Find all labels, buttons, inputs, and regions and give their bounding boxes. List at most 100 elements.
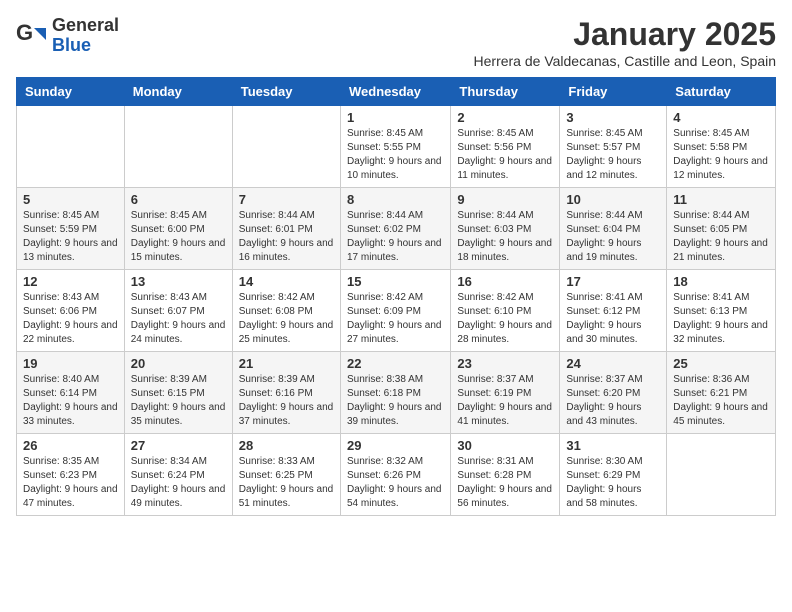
day-number: 28 [239, 438, 334, 453]
calendar-cell: 23 Sunrise: 8:37 AM Sunset: 6:19 PM Dayli… [451, 352, 560, 434]
calendar-cell: 17 Sunrise: 8:41 AM Sunset: 6:12 PM Dayli… [560, 270, 667, 352]
day-number: 5 [23, 192, 118, 207]
calendar-cell: 9 Sunrise: 8:44 AM Sunset: 6:03 PM Daylig… [451, 188, 560, 270]
calendar-week-row: 5 Sunrise: 8:45 AM Sunset: 5:59 PM Daylig… [17, 188, 776, 270]
calendar-cell: 7 Sunrise: 8:44 AM Sunset: 6:01 PM Daylig… [232, 188, 340, 270]
day-info: Sunrise: 8:41 AM Sunset: 6:13 PM Dayligh… [673, 291, 769, 347]
day-number: 6 [131, 192, 226, 207]
day-info: Sunrise: 8:31 AM Sunset: 6:28 PM Dayligh… [457, 455, 553, 511]
calendar-cell: 8 Sunrise: 8:44 AM Sunset: 6:02 PM Daylig… [340, 188, 450, 270]
day-number: 29 [347, 438, 444, 453]
header: G General Blue January 2025 Herrera de V… [16, 16, 776, 69]
day-info: Sunrise: 8:33 AM Sunset: 6:25 PM Dayligh… [239, 455, 334, 511]
calendar-cell: 3Sunrise: 8:45 AM Sunset: 5:57 PM Daylig… [560, 106, 667, 188]
day-number: 20 [131, 356, 226, 371]
day-info: Sunrise: 8:38 AM Sunset: 6:18 PM Dayligh… [347, 373, 444, 429]
day-number: 19 [23, 356, 118, 371]
calendar-cell: 14 Sunrise: 8:42 AM Sunset: 6:08 PM Dayli… [232, 270, 340, 352]
calendar-header-sunday: Sunday [17, 78, 125, 106]
calendar-cell [17, 106, 125, 188]
calendar-week-row: 19Sunrise: 8:40 AM Sunset: 6:14 PM Dayli… [17, 352, 776, 434]
calendar-header-tuesday: Tuesday [232, 78, 340, 106]
day-info: Sunrise: 8:30 AM Sunset: 6:29 PM Dayligh… [566, 455, 660, 511]
day-info: Sunrise: 8:41 AM Sunset: 6:12 PM Dayligh… [566, 291, 660, 347]
location-subtitle: Herrera de Valdecanas, Castille and Leon… [474, 53, 776, 69]
day-info: Sunrise: 8:32 AM Sunset: 6:26 PM Dayligh… [347, 455, 444, 511]
calendar-cell: 29 Sunrise: 8:32 AM Sunset: 6:26 PM Dayli… [340, 434, 450, 516]
day-number: 25 [673, 356, 769, 371]
calendar-cell: 30 Sunrise: 8:31 AM Sunset: 6:28 PM Dayli… [451, 434, 560, 516]
day-number: 23 [457, 356, 553, 371]
logo-general-text: General [52, 16, 119, 36]
day-info: Sunrise: 8:43 AM Sunset: 6:06 PM Dayligh… [23, 291, 118, 347]
calendar-week-row: 12 Sunrise: 8:43 AM Sunset: 6:06 PM Dayli… [17, 270, 776, 352]
logo-icon: G [16, 20, 48, 52]
day-number: 16 [457, 274, 553, 289]
calendar-week-row: 26Sunrise: 8:35 AM Sunset: 6:23 PM Dayli… [17, 434, 776, 516]
calendar-cell [667, 434, 776, 516]
logo-blue-text: Blue [52, 36, 119, 56]
day-number: 26 [23, 438, 118, 453]
day-number: 7 [239, 192, 334, 207]
day-number: 27 [131, 438, 226, 453]
day-number: 1 [347, 110, 444, 125]
day-info: Sunrise: 8:45 AM Sunset: 5:59 PM Dayligh… [23, 209, 118, 265]
month-title: January 2025 [474, 16, 776, 53]
day-number: 15 [347, 274, 444, 289]
day-info: Sunrise: 8:37 AM Sunset: 6:20 PM Dayligh… [566, 373, 660, 429]
calendar-cell: 26Sunrise: 8:35 AM Sunset: 6:23 PM Dayli… [17, 434, 125, 516]
calendar-cell: 12 Sunrise: 8:43 AM Sunset: 6:06 PM Dayli… [17, 270, 125, 352]
calendar-week-row: 1Sunrise: 8:45 AM Sunset: 5:55 PM Daylig… [17, 106, 776, 188]
calendar-cell: 28 Sunrise: 8:33 AM Sunset: 6:25 PM Dayli… [232, 434, 340, 516]
calendar-cell [232, 106, 340, 188]
day-number: 14 [239, 274, 334, 289]
day-number: 17 [566, 274, 660, 289]
day-info: Sunrise: 8:44 AM Sunset: 6:01 PM Dayligh… [239, 209, 334, 265]
calendar-cell: 11 Sunrise: 8:44 AM Sunset: 6:05 PM Dayli… [667, 188, 776, 270]
day-info: Sunrise: 8:44 AM Sunset: 6:02 PM Dayligh… [347, 209, 444, 265]
logo: G General Blue [16, 16, 119, 56]
day-number: 18 [673, 274, 769, 289]
day-info: Sunrise: 8:39 AM Sunset: 6:16 PM Dayligh… [239, 373, 334, 429]
day-number: 21 [239, 356, 334, 371]
day-number: 12 [23, 274, 118, 289]
day-info: Sunrise: 8:42 AM Sunset: 6:09 PM Dayligh… [347, 291, 444, 347]
calendar-header-saturday: Saturday [667, 78, 776, 106]
calendar-cell: 4Sunrise: 8:45 AM Sunset: 5:58 PM Daylig… [667, 106, 776, 188]
calendar-cell: 6 Sunrise: 8:45 AM Sunset: 6:00 PM Daylig… [124, 188, 232, 270]
calendar-cell: 19Sunrise: 8:40 AM Sunset: 6:14 PM Dayli… [17, 352, 125, 434]
day-info: Sunrise: 8:44 AM Sunset: 6:04 PM Dayligh… [566, 209, 660, 265]
calendar-header-wednesday: Wednesday [340, 78, 450, 106]
day-info: Sunrise: 8:37 AM Sunset: 6:19 PM Dayligh… [457, 373, 553, 429]
day-info: Sunrise: 8:45 AM Sunset: 5:56 PM Dayligh… [457, 127, 553, 183]
day-info: Sunrise: 8:45 AM Sunset: 6:00 PM Dayligh… [131, 209, 226, 265]
day-info: Sunrise: 8:44 AM Sunset: 6:05 PM Dayligh… [673, 209, 769, 265]
calendar-cell: 21 Sunrise: 8:39 AM Sunset: 6:16 PM Dayli… [232, 352, 340, 434]
calendar-cell: 10Sunrise: 8:44 AM Sunset: 6:04 PM Dayli… [560, 188, 667, 270]
calendar-cell: 1Sunrise: 8:45 AM Sunset: 5:55 PM Daylig… [340, 106, 450, 188]
calendar-cell: 22 Sunrise: 8:38 AM Sunset: 6:18 PM Dayli… [340, 352, 450, 434]
calendar-cell: 20 Sunrise: 8:39 AM Sunset: 6:15 PM Dayli… [124, 352, 232, 434]
day-number: 11 [673, 192, 769, 207]
day-number: 31 [566, 438, 660, 453]
calendar-cell: 24 Sunrise: 8:37 AM Sunset: 6:20 PM Dayli… [560, 352, 667, 434]
day-number: 2 [457, 110, 553, 125]
day-number: 8 [347, 192, 444, 207]
day-number: 9 [457, 192, 553, 207]
calendar-table: SundayMondayTuesdayWednesdayThursdayFrid… [16, 77, 776, 516]
day-number: 22 [347, 356, 444, 371]
day-info: Sunrise: 8:44 AM Sunset: 6:03 PM Dayligh… [457, 209, 553, 265]
day-info: Sunrise: 8:39 AM Sunset: 6:15 PM Dayligh… [131, 373, 226, 429]
calendar-cell: 13Sunrise: 8:43 AM Sunset: 6:07 PM Dayli… [124, 270, 232, 352]
day-number: 30 [457, 438, 553, 453]
svg-text:G: G [16, 20, 33, 45]
day-number: 24 [566, 356, 660, 371]
day-info: Sunrise: 8:34 AM Sunset: 6:24 PM Dayligh… [131, 455, 226, 511]
day-number: 3 [566, 110, 660, 125]
calendar-cell: 27 Sunrise: 8:34 AM Sunset: 6:24 PM Dayli… [124, 434, 232, 516]
calendar-cell: 16Sunrise: 8:42 AM Sunset: 6:10 PM Dayli… [451, 270, 560, 352]
calendar-cell: 5 Sunrise: 8:45 AM Sunset: 5:59 PM Daylig… [17, 188, 125, 270]
calendar-cell: 15 Sunrise: 8:42 AM Sunset: 6:09 PM Dayli… [340, 270, 450, 352]
day-info: Sunrise: 8:42 AM Sunset: 6:08 PM Dayligh… [239, 291, 334, 347]
day-number: 13 [131, 274, 226, 289]
